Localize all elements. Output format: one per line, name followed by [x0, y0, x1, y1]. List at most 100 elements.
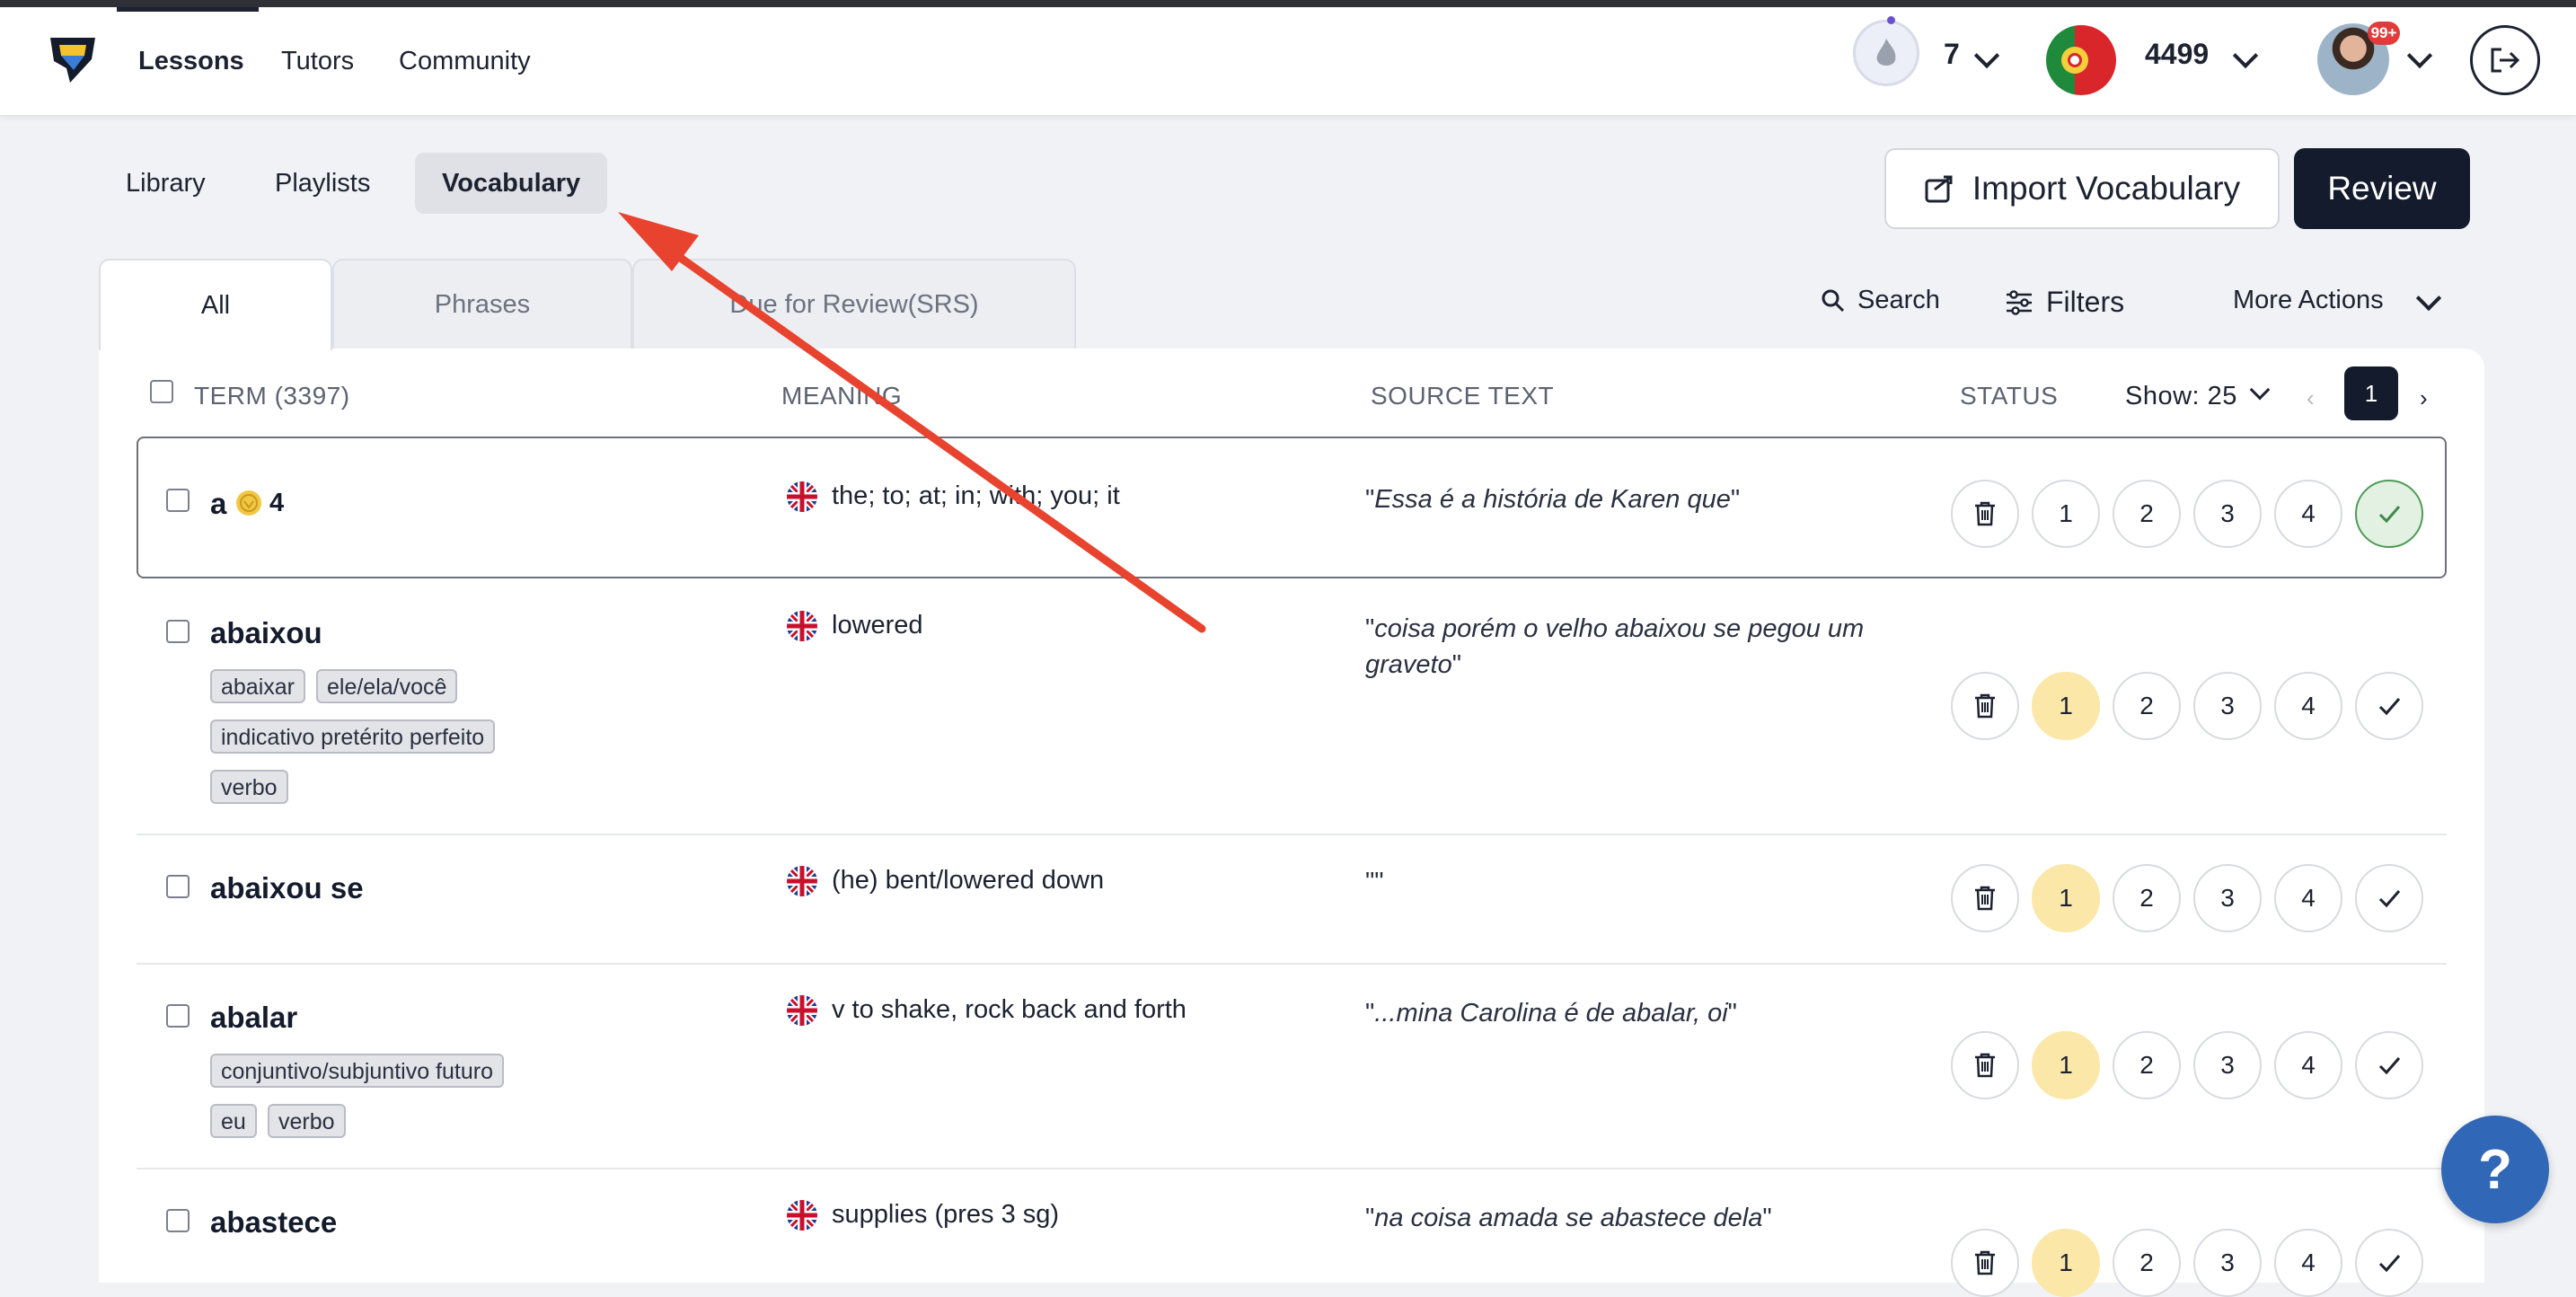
delete-term-button[interactable]	[1951, 1229, 2019, 1297]
filter-tab-due-review[interactable]: Due for Review(SRS)	[632, 259, 1076, 349]
status-level-3-button[interactable]: 3	[2193, 1229, 2262, 1297]
nav-tutors[interactable]: Tutors	[281, 47, 354, 76]
status-level-4-button[interactable]: 4	[2274, 672, 2342, 740]
source-text: "na coisa amada se abastece dela"	[1365, 1204, 1772, 1232]
portugal-flag-icon[interactable]	[2046, 25, 2116, 95]
filters-label: Filters	[2046, 286, 2125, 318]
status-level-2-button[interactable]: 2	[2113, 1031, 2181, 1099]
filter-tab-all[interactable]: All	[99, 259, 332, 350]
tag-chip[interactable]: eu	[210, 1104, 257, 1138]
search-button[interactable]: Search	[1822, 286, 1940, 315]
search-label: Search	[1857, 286, 1940, 314]
source-text: "...mina Carolina é de abalar, oi"	[1365, 999, 1737, 1028]
table-row[interactable]	[137, 1169, 2447, 1254]
filters-icon	[2007, 289, 2032, 315]
delete-term-button[interactable]	[1951, 480, 2019, 548]
next-page-button[interactable]: ›	[2420, 384, 2428, 412]
uk-flag-icon	[787, 611, 817, 641]
tag-chip[interactable]: ele/ela/você	[316, 669, 458, 703]
chevron-down-icon[interactable]	[2415, 285, 2442, 312]
term-text: abastece	[210, 1205, 338, 1239]
notification-badge: 99+	[2368, 22, 2400, 45]
source-quote: na coisa amada se abastece dela	[1374, 1204, 1763, 1232]
table-row[interactable]	[137, 835, 2447, 965]
tag-chip[interactable]: indicativo pretérito perfeito	[210, 719, 496, 754]
row-checkbox[interactable]	[166, 875, 190, 898]
row-checkbox[interactable]	[166, 1004, 190, 1028]
source-text: ""	[1365, 868, 1384, 896]
status-level-1-button[interactable]: 1	[2032, 1031, 2100, 1099]
nav-community[interactable]: Community	[399, 47, 531, 76]
delete-term-button[interactable]	[1951, 864, 2019, 932]
mark-known-button[interactable]	[2355, 1229, 2423, 1297]
mark-known-button[interactable]	[2355, 1031, 2423, 1099]
term-text: abalar	[210, 1001, 298, 1034]
tab-playlists[interactable]: Playlists	[248, 153, 397, 214]
streak-icon[interactable]	[1853, 20, 1919, 86]
review-button[interactable]: Review	[2294, 148, 2470, 229]
current-page-button[interactable]: 1	[2344, 366, 2398, 420]
coin-count[interactable]: 4499	[2145, 38, 2209, 71]
active-nav-indicator	[117, 7, 259, 12]
delete-term-button[interactable]	[1951, 1031, 2019, 1099]
import-label: Import Vocabulary	[1972, 170, 2241, 207]
status-level-3-button[interactable]: 3	[2193, 480, 2262, 548]
filters-button[interactable]: Filters	[2005, 286, 2124, 319]
app-logo-icon[interactable]	[47, 32, 99, 88]
status-level-3-button[interactable]: 3	[2193, 864, 2262, 932]
status-level-1-button[interactable]: 1	[2032, 672, 2100, 740]
nav-lessons[interactable]: Lessons	[138, 47, 244, 76]
status-level-2-button[interactable]: 2	[2113, 864, 2181, 932]
table-row[interactable]	[137, 578, 2447, 835]
table-row[interactable]	[137, 437, 2447, 578]
row-checkbox[interactable]	[166, 620, 190, 643]
meaning-text: the; to; at; in; with; you; it	[832, 481, 1120, 510]
mark-known-button[interactable]	[2355, 864, 2423, 932]
tab-library[interactable]: Library	[99, 153, 233, 214]
search-icon	[1822, 289, 1845, 312]
status-level-1-button[interactable]: 1	[2032, 864, 2100, 932]
status-level-4-button[interactable]: 4	[2274, 864, 2342, 932]
delete-term-button[interactable]	[1951, 672, 2019, 740]
meaning-text: (he) bent/lowered down	[832, 866, 1105, 895]
source-text: "Essa é a história de Karen que"	[1365, 485, 1741, 514]
status-level-4-button[interactable]: 4	[2274, 1229, 2342, 1297]
term-count: 4	[269, 489, 285, 517]
status-level-3-button[interactable]: 3	[2193, 1031, 2262, 1099]
status-level-4-button[interactable]: 4	[2274, 480, 2342, 548]
status-level-2-button[interactable]: 2	[2113, 672, 2181, 740]
status-level-3-button[interactable]: 3	[2193, 672, 2262, 740]
tag-chip[interactable]: verbo	[210, 770, 288, 804]
tag-chip[interactable]: verbo	[268, 1104, 346, 1138]
prev-page-button[interactable]: ‹	[2307, 384, 2315, 412]
streak-count[interactable]: 7	[1944, 38, 1960, 71]
status-level-2-button[interactable]: 2	[2113, 1229, 2181, 1297]
mark-known-button[interactable]	[2355, 480, 2423, 548]
source-text: "coisa porém o velho abaixou se pegou um…	[1365, 614, 1865, 679]
row-checkbox[interactable]	[166, 1209, 190, 1232]
row-checkbox[interactable]	[166, 489, 190, 512]
filter-tab-phrases[interactable]: Phrases	[332, 259, 632, 349]
streak-progress-dot	[1887, 16, 1895, 24]
source-quote: ...mina Carolina é de abalar, oi	[1374, 999, 1728, 1028]
status-level-2-button[interactable]: 2	[2113, 480, 2181, 548]
more-actions-dropdown[interactable]: More Actions	[2233, 286, 2384, 315]
tag-chip[interactable]: conjuntivo/subjuntivo futuro	[210, 1054, 504, 1088]
help-button[interactable]: ?	[2441, 1116, 2549, 1223]
sign-out-button[interactable]	[2470, 25, 2540, 95]
status-level-1-button[interactable]: 1	[2032, 480, 2100, 548]
import-vocabulary-button[interactable]: Import Vocabulary	[1884, 148, 2280, 229]
uk-flag-icon	[787, 866, 817, 896]
status-level-4-button[interactable]: 4	[2274, 1031, 2342, 1099]
sign-out-icon	[2491, 48, 2520, 73]
tab-vocabulary[interactable]: Vocabulary	[415, 153, 608, 214]
status-level-1-button[interactable]: 1	[2032, 1229, 2100, 1297]
select-all-checkbox[interactable]	[150, 380, 173, 403]
term-column-header[interactable]: TERM (3397)	[194, 382, 350, 410]
page-size-select[interactable]: Show: 25	[2125, 382, 2237, 411]
tag-chip[interactable]: abaixar	[210, 669, 305, 703]
meaning-text: supplies (pres 3 sg)	[832, 1200, 1060, 1229]
source-column-header: SOURCE TEXT	[1371, 382, 1555, 410]
mark-known-button[interactable]	[2355, 672, 2423, 740]
status-column-header: STATUS	[1960, 382, 2059, 410]
